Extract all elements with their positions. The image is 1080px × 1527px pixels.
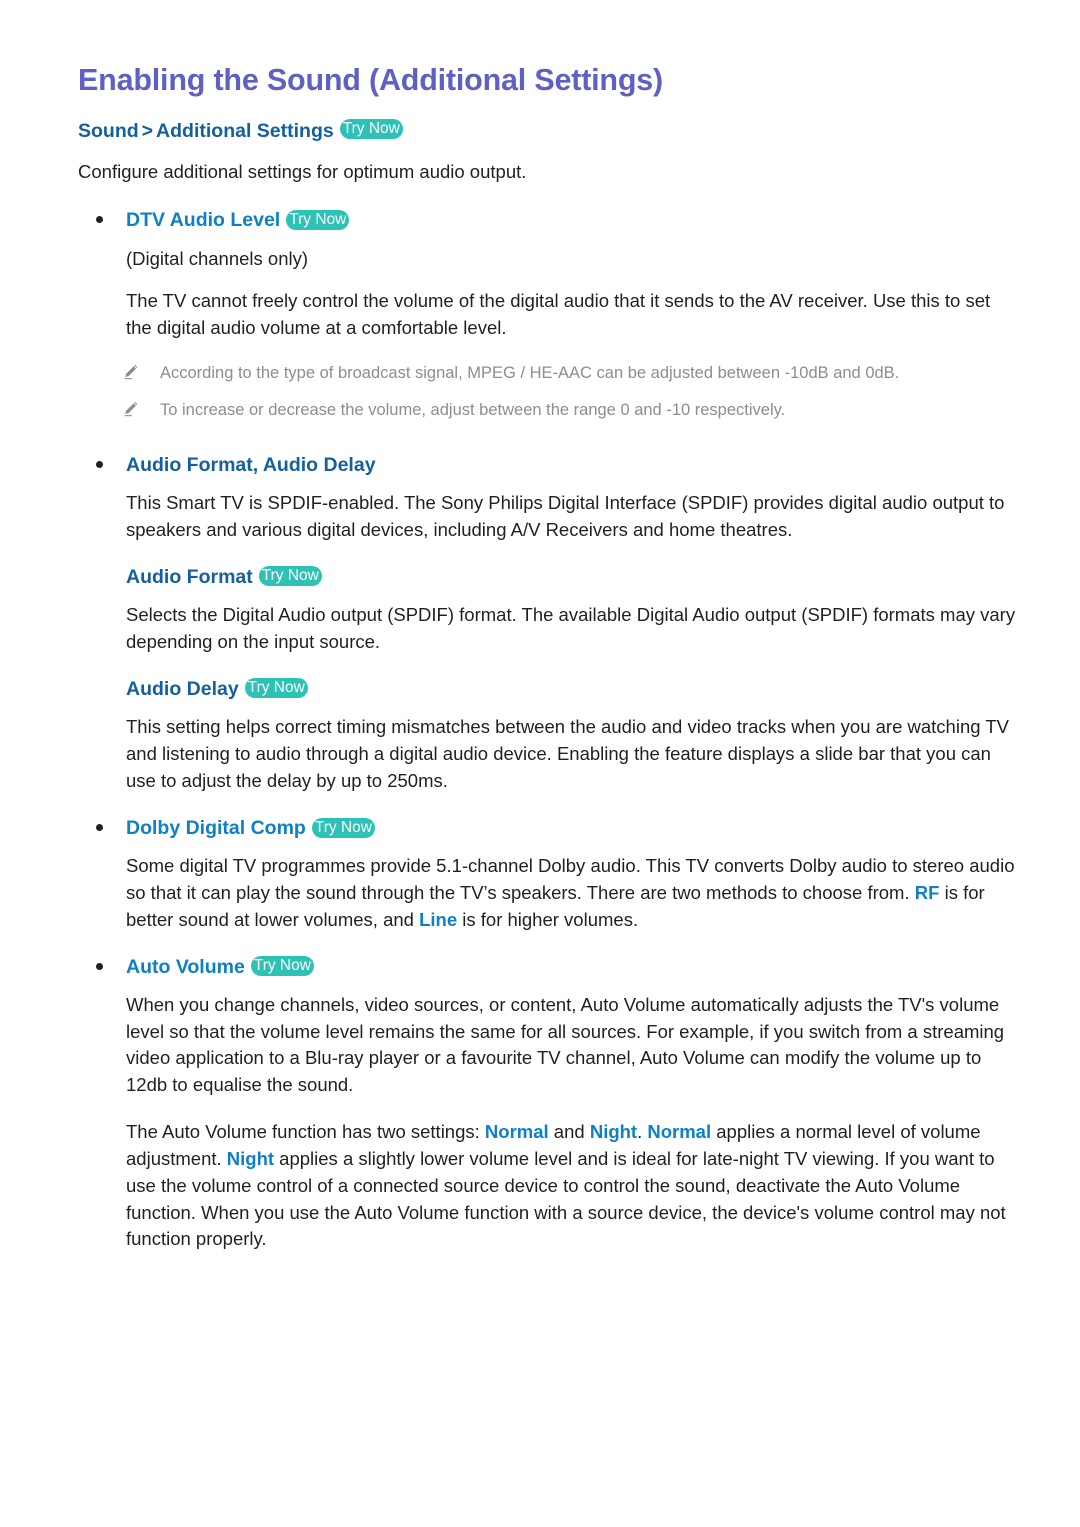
text-run: The Auto Volume function has two setting… — [126, 1121, 485, 1143]
dtv-audio-level-notes: According to the type of broadcast signa… — [78, 362, 1020, 422]
breadcrumb-root[interactable]: Sound — [78, 120, 139, 142]
dtv-audio-level-paragraph: The TV cannot freely control the volume … — [126, 290, 991, 339]
try-now-badge[interactable]: Try Now — [339, 119, 403, 140]
section-heading-dolby-digital-comp: Dolby Digital Comp Try Now — [78, 815, 1020, 841]
breadcrumb-separator-icon: > — [141, 119, 154, 142]
audio-format-paragraph: Selects the Digital Audio output (SPDIF)… — [126, 604, 1016, 653]
text-run: . — [637, 1121, 648, 1143]
keyword-normal: Normal — [484, 1121, 549, 1143]
try-now-badge[interactable]: Try Now — [311, 817, 375, 838]
try-now-badge[interactable]: Try Now — [258, 565, 322, 586]
section-title[interactable]: Audio Format, Audio Delay — [126, 454, 376, 476]
document-page: Enabling the Sound (Additional Settings)… — [0, 0, 1080, 1527]
breadcrumb-leaf[interactable]: Additional Settings — [156, 120, 334, 142]
dolby-digital-comp-paragraph: Some digital TV programmes provide 5.1-c… — [78, 853, 1020, 933]
note-text: According to the type of broadcast signa… — [160, 363, 900, 382]
subsection-title[interactable]: Audio Format — [126, 566, 253, 588]
keyword-line: Line — [419, 908, 458, 930]
note-text: To increase or decrease the volume, adju… — [160, 401, 786, 420]
section-title[interactable]: DTV Audio Level — [126, 209, 280, 231]
auto-volume-paragraph-2: The Auto Volume function has two setting… — [78, 1119, 1020, 1253]
note-item: According to the type of broadcast signa… — [78, 362, 1020, 385]
note-item: To increase or decrease the volume, adju… — [78, 399, 1020, 422]
keyword-rf: RF — [914, 881, 940, 903]
audio-delay-paragraph: This setting helps correct timing mismat… — [126, 716, 1009, 791]
auto-volume-paragraph-1: When you change channels, video sources,… — [126, 993, 1005, 1096]
subsection-heading-audio-format: Audio Format Try Now — [78, 564, 1020, 590]
try-now-badge[interactable]: Try Now — [286, 209, 350, 230]
section-title[interactable]: Dolby Digital Comp — [126, 817, 306, 839]
try-now-badge[interactable]: Try Now — [244, 677, 308, 698]
bullet-dot-icon — [96, 216, 103, 224]
subsection-title[interactable]: Audio Delay — [126, 678, 239, 700]
dtv-audio-level-subnote: (Digital channels only) — [126, 247, 309, 269]
section-title[interactable]: Auto Volume — [126, 956, 245, 978]
pencil-icon — [122, 400, 140, 418]
page-title: Enabling the Sound (Additional Settings) — [78, 63, 664, 97]
section-heading-dtv-audio-level: DTV Audio Level Try Now — [78, 207, 1020, 233]
text-run: and — [548, 1121, 590, 1143]
intro-paragraph: Configure additional settings for optimu… — [78, 160, 527, 182]
bullet-dot-icon — [96, 461, 103, 469]
text-run: is for higher volumes. — [457, 908, 639, 930]
bullet-dot-icon — [96, 823, 103, 831]
pencil-icon — [122, 363, 140, 381]
section-heading-audio-format-audio-delay: Audio Format, Audio Delay — [78, 452, 1020, 478]
bullet-dot-icon — [96, 962, 103, 970]
try-now-badge[interactable]: Try Now — [250, 956, 314, 977]
keyword-normal: Normal — [647, 1121, 712, 1143]
keyword-night: Night — [226, 1147, 275, 1169]
text-run: Some digital TV programmes provide 5.1-c… — [126, 855, 1015, 903]
breadcrumb: Sound > Additional Settings Try Now — [78, 119, 1020, 144]
keyword-night: Night — [589, 1121, 638, 1143]
audio-format-intro-paragraph: This Smart TV is SPDIF-enabled. The Sony… — [126, 492, 1005, 541]
subsection-heading-audio-delay: Audio Delay Try Now — [78, 676, 1020, 702]
section-heading-auto-volume: Auto Volume Try Now — [78, 954, 1020, 980]
